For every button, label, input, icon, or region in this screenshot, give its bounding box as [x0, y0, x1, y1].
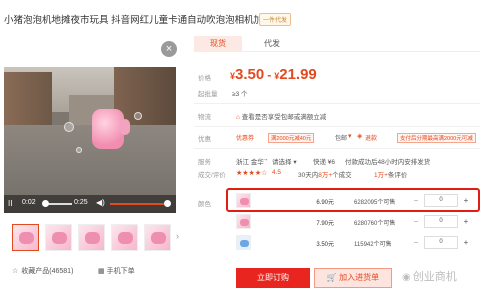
rating-score: 4.5 — [272, 169, 282, 176]
volume-handle[interactable] — [164, 200, 171, 207]
mobile-order-button[interactable]: ▦ 手机下单 — [98, 266, 135, 276]
add-to-cart-button[interactable]: 🛒 加入进货单 — [314, 268, 392, 288]
destination-select[interactable]: 请选择 ▾ — [272, 156, 297, 166]
thumbnail[interactable] — [45, 224, 72, 251]
chevron-down-icon[interactable]: ▾ — [348, 132, 352, 140]
increment-button[interactable]: + — [460, 236, 472, 249]
video-controls: II 0:02 0:25 ◀) — [4, 195, 176, 213]
watermark: ◉ 创业商机 — [402, 271, 457, 283]
promo-tag-3: 支付后分期最高满2000元可减 — [397, 133, 476, 143]
tab-dropship[interactable]: 代发 — [248, 36, 296, 52]
arrow-icon: → — [262, 156, 269, 163]
shipping-info[interactable]: ⌂ 查看是否享受包邮或满额立减 — [236, 111, 326, 121]
favorite-label: 收藏产品(46581) — [21, 268, 74, 275]
location-icon: ⌂ — [236, 114, 240, 121]
thumbnail[interactable] — [144, 224, 171, 251]
service-label: 服务 — [198, 159, 211, 166]
promo-label: 优惠 — [198, 136, 211, 143]
quantity-stepper: − 0 + — [410, 236, 472, 249]
chevron-down-icon: ▾ — [293, 159, 297, 166]
spec-thumbnail[interactable] — [236, 214, 251, 229]
price-label: 价格 — [198, 75, 211, 82]
dropship-badge: 一件代发 — [259, 13, 292, 26]
wechat-icon: ◉ — [402, 272, 411, 283]
thumbnail[interactable] — [12, 224, 39, 251]
decrement-button[interactable]: − — [410, 215, 422, 228]
moq-value: ≥3 个 — [232, 91, 248, 98]
tag-icon: ◈ — [357, 133, 363, 140]
product-title: 小猪泡泡机地摊夜市玩具 抖音网红儿童卡通自动吹泡泡相机加特林 — [4, 15, 283, 26]
thumbnail[interactable] — [111, 224, 138, 251]
grid-icon: ▦ — [98, 268, 105, 275]
increment-button[interactable]: + — [460, 215, 472, 228]
thumbnail[interactable] — [78, 224, 105, 251]
decrement-button[interactable]: − — [410, 236, 422, 249]
quantity-stepper: − 0 + — [410, 215, 472, 228]
purchase-tabs: 现货 代发 — [194, 36, 480, 52]
volume-icon[interactable]: ◀) — [96, 198, 105, 207]
promo-tag-1: 满2000元减40元 — [268, 133, 315, 143]
video-current-time: 0:02 — [22, 199, 36, 206]
color-label: 颜色 — [198, 201, 211, 208]
close-video-button[interactable]: × — [161, 41, 177, 57]
volume-slider[interactable] — [110, 203, 168, 205]
spec-row: 3.50元 115942个可售 − 0 + — [232, 234, 478, 253]
price-range: ¥3.50- ¥21.99 — [230, 66, 317, 83]
review-count[interactable]: 1万+条评价 — [374, 169, 407, 179]
quantity-input[interactable]: 0 — [424, 215, 458, 228]
monthly-sales: 30天内8万+个成交 — [298, 172, 352, 179]
product-video[interactable] — [4, 67, 176, 213]
record-label: 成交/评价 — [198, 172, 226, 179]
shipping-label: 物流 — [198, 114, 211, 121]
video-progress-handle[interactable] — [42, 200, 49, 207]
spec-thumbnail[interactable] — [236, 235, 251, 250]
buy-now-button[interactable]: 立即订购 — [236, 268, 310, 288]
mobile-order-label: 手机下单 — [106, 268, 135, 275]
tab-in-stock[interactable]: 现货 — [194, 36, 242, 52]
video-total-time: 0:25 — [74, 199, 88, 206]
chevron-right-icon[interactable]: › — [176, 231, 179, 241]
delivery-promise: 付款成功后48小时内安排发货 — [345, 159, 431, 166]
express-fee: 快递 ¥6 — [313, 159, 336, 166]
rating-stars: ★★★★☆ — [236, 170, 268, 177]
promo-item-2: 包邮 — [335, 136, 348, 142]
cart-icon: 🛒 — [326, 273, 337, 282]
ship-origin: 浙江 金华 — [236, 159, 264, 166]
spec-row: 7.90元 6280760个可售 − 0 + — [232, 213, 478, 232]
price-high: 21.99 — [279, 66, 317, 83]
star-icon: ☆ — [12, 268, 19, 275]
promo-item-3: 退款 — [365, 136, 378, 142]
moq-label: 起批量 — [198, 91, 218, 98]
spec-stock: 115942个可售 — [354, 242, 392, 248]
favorite-button[interactable]: ☆ 收藏产品(46581) — [12, 266, 73, 276]
spec-price: 3.50元 — [316, 242, 334, 248]
price-low: 3.50 — [235, 66, 265, 83]
spec-price: 7.90元 — [316, 221, 334, 227]
spec-stock: 6280760个可售 — [354, 221, 396, 227]
pause-icon[interactable]: II — [8, 199, 12, 208]
quantity-input[interactable]: 0 — [424, 236, 458, 249]
coupon-link[interactable]: 优惠券 — [236, 133, 254, 142]
annotation-highlight-box — [226, 188, 480, 212]
